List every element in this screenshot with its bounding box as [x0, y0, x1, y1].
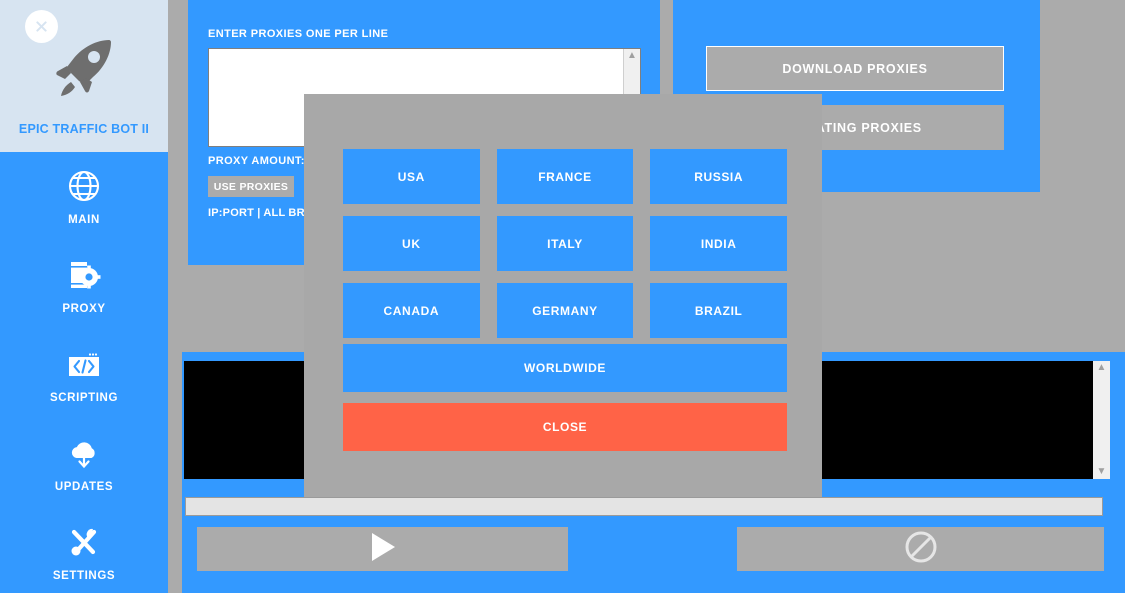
use-proxies-button[interactable]: USE PROXIES	[208, 176, 294, 197]
sidebar-item-label: PROXY	[62, 303, 106, 315]
code-window-icon	[66, 345, 102, 383]
worldwide-button[interactable]: WORLDWIDE	[343, 344, 787, 392]
chevron-down-icon[interactable]: ▼	[1097, 467, 1107, 477]
country-button-russia[interactable]: RUSSIA	[650, 149, 787, 204]
globe-icon	[66, 167, 102, 205]
download-proxies-button[interactable]: DOWNLOAD PROXIES	[706, 46, 1004, 91]
log-output-right: ▲ ▼	[820, 361, 1110, 479]
sidebar-item-label: SCRIPTING	[49, 392, 118, 404]
sidebar-item-main[interactable]: MAIN	[0, 152, 168, 241]
country-button-canada[interactable]: CANADA	[343, 283, 480, 338]
enter-proxies-label: ENTER PROXIES ONE PER LINE	[208, 28, 389, 40]
stop-button[interactable]	[737, 527, 1104, 571]
sidebar-item-label: MAIN	[68, 214, 100, 226]
tools-icon	[66, 523, 102, 561]
app-window: EPIC TRAFFIC BOT II MAIN PROXY SCRIPTING…	[0, 0, 1125, 593]
sidebar-item-label: UPDATES	[54, 481, 114, 493]
sidebar-nav: MAIN PROXY SCRIPTING UPDATES SETTINGS	[0, 152, 168, 593]
log-right-text	[820, 361, 1093, 479]
app-title: EPIC TRAFFIC BOT II	[18, 122, 150, 136]
country-button-germany[interactable]: GERMANY	[496, 283, 634, 338]
sidebar-header: EPIC TRAFFIC BOT II	[0, 0, 168, 152]
progress-bar	[185, 497, 1103, 516]
play-icon	[368, 531, 398, 568]
country-button-india[interactable]: INDIA	[650, 216, 787, 271]
country-button-brazil[interactable]: BRAZIL	[650, 283, 787, 338]
cloud-download-icon	[66, 434, 102, 472]
log-scrollbar[interactable]: ▲ ▼	[1093, 361, 1110, 479]
proxy-gear-icon	[66, 256, 102, 294]
chevron-up-icon[interactable]: ▲	[627, 51, 637, 61]
sidebar-item-scripting[interactable]: SCRIPTING	[0, 330, 168, 419]
country-button-italy[interactable]: ITALY	[496, 216, 634, 271]
rocket-icon	[0, 30, 168, 104]
country-grid: USA FRANCE RUSSIA UK ITALY INDIA CANADA …	[343, 149, 787, 338]
chevron-up-icon[interactable]: ▲	[1097, 363, 1107, 373]
sidebar-item-updates[interactable]: UPDATES	[0, 419, 168, 508]
sidebar-item-label: SETTINGS	[52, 570, 116, 582]
sidebar: EPIC TRAFFIC BOT II MAIN PROXY SCRIPTING…	[0, 0, 168, 593]
country-button-usa[interactable]: USA	[343, 149, 480, 204]
country-button-france[interactable]: FRANCE	[496, 149, 634, 204]
sidebar-item-proxy[interactable]: PROXY	[0, 241, 168, 330]
close-modal-button[interactable]: CLOSE	[343, 403, 787, 451]
prohibited-icon	[904, 530, 938, 569]
country-selection-modal: USA FRANCE RUSSIA UK ITALY INDIA CANADA …	[304, 94, 822, 497]
country-button-uk[interactable]: UK	[343, 216, 480, 271]
sidebar-item-settings[interactable]: SETTINGS	[0, 508, 168, 593]
start-button[interactable]	[197, 527, 568, 571]
proxy-amount-label: PROXY AMOUNT:	[208, 155, 305, 167]
